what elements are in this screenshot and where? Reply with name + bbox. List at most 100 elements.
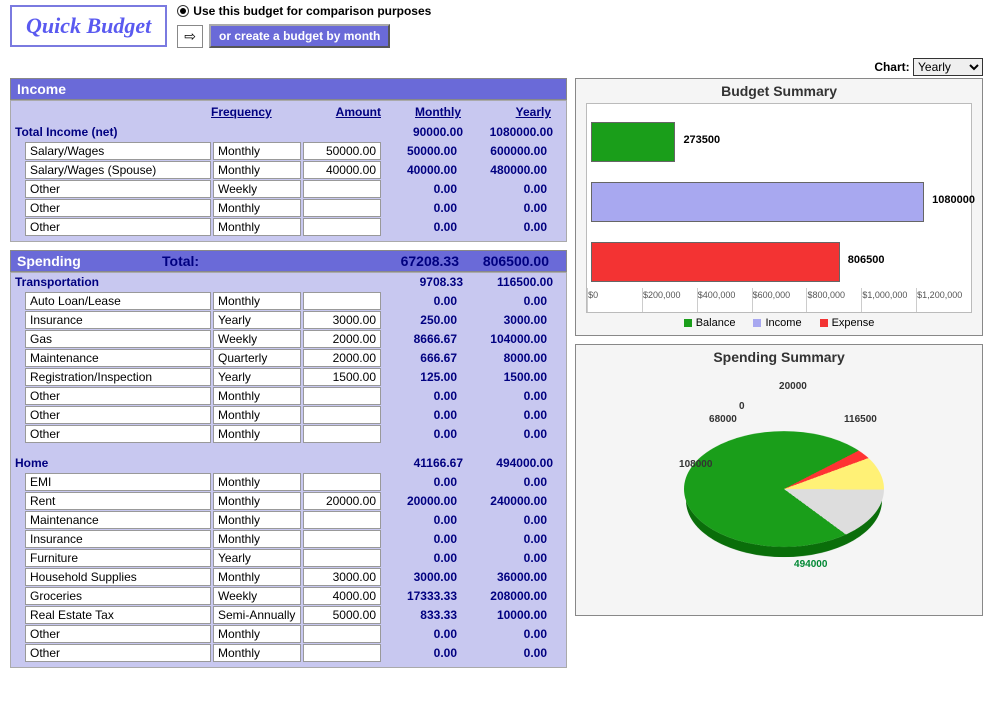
row-amount-input[interactable]: 4000.00 xyxy=(303,587,381,605)
row-name-input[interactable]: Real Estate Tax xyxy=(25,606,211,624)
row-amount-input[interactable]: 2000.00 xyxy=(303,330,381,348)
row-amount-input[interactable]: 20000.00 xyxy=(303,492,381,510)
row-amount-input[interactable] xyxy=(303,387,381,405)
row-amount-input[interactable]: 40000.00 xyxy=(303,161,381,179)
row-freq-input[interactable]: Monthly xyxy=(213,473,301,491)
spending-group-header: Transportation9708.33116500.00 xyxy=(11,273,566,291)
row-name-input[interactable]: Other xyxy=(25,180,211,198)
row-freq-input[interactable]: Monthly xyxy=(213,406,301,424)
row-freq-input[interactable]: Quarterly xyxy=(213,349,301,367)
row-amount-input[interactable] xyxy=(303,292,381,310)
row-name-input[interactable]: Maintenance xyxy=(25,349,211,367)
chart-bar-label: 273500 xyxy=(683,134,720,146)
radio-icon xyxy=(177,5,189,17)
row-freq-input[interactable]: Monthly xyxy=(213,425,301,443)
row-name-input[interactable]: Other xyxy=(25,218,211,236)
chart-bar-label: 1080000 xyxy=(932,194,975,206)
row-amount-input[interactable] xyxy=(303,511,381,529)
row-name-input[interactable]: Other xyxy=(25,199,211,217)
row-amount-input[interactable] xyxy=(303,425,381,443)
row-name-input[interactable]: EMI xyxy=(25,473,211,491)
row-freq-input[interactable]: Monthly xyxy=(213,511,301,529)
row-name-input[interactable]: Other xyxy=(25,387,211,405)
row-freq-input[interactable]: Monthly xyxy=(213,530,301,548)
arrow-right-icon: ⇨ xyxy=(177,25,203,48)
row-amount-input[interactable] xyxy=(303,180,381,198)
row-amount-input[interactable]: 1500.00 xyxy=(303,368,381,386)
income-row: Other Monthly 0.00 0.00 xyxy=(11,218,566,236)
row-name-input[interactable]: Insurance xyxy=(25,530,211,548)
row-freq-input[interactable]: Weekly xyxy=(213,587,301,605)
row-amount-input[interactable]: 5000.00 xyxy=(303,606,381,624)
spending-header: Spending Total: 67208.33 806500.00 xyxy=(10,250,567,272)
row-freq-input[interactable]: Weekly xyxy=(213,330,301,348)
row-name-input[interactable]: Rent xyxy=(25,492,211,510)
spending-group-header: Home41166.67494000.00 xyxy=(11,454,566,472)
row-freq-input[interactable]: Monthly xyxy=(213,161,301,179)
row-freq-input[interactable]: Yearly xyxy=(213,311,301,329)
budget-summary-chart: Budget Summary 2735001080000806500$0$200… xyxy=(575,78,983,336)
row-amount-input[interactable] xyxy=(303,644,381,662)
chart-bar xyxy=(591,242,840,282)
row-freq-input[interactable]: Monthly xyxy=(213,292,301,310)
chart-select-label: Chart: xyxy=(874,60,909,74)
spending-row: Other Monthly 0.00 0.00 xyxy=(11,644,566,662)
spending-summary-chart: Spending Summary 20000 0 68000 108000 11… xyxy=(575,344,983,616)
row-name-input[interactable]: Salary/Wages (Spouse) xyxy=(25,161,211,179)
row-name-input[interactable]: Groceries xyxy=(25,587,211,605)
row-freq-input[interactable]: Monthly xyxy=(213,644,301,662)
row-amount-input[interactable] xyxy=(303,218,381,236)
spending-row: Household Supplies Monthly 3000.00 3000.… xyxy=(11,568,566,586)
row-name-input[interactable]: Salary/Wages xyxy=(25,142,211,160)
spending-row: Maintenance Monthly 0.00 0.00 xyxy=(11,511,566,529)
chart-period-select[interactable]: Yearly xyxy=(913,58,983,76)
app-logo: Quick Budget xyxy=(10,5,167,47)
spending-row: Other Monthly 0.00 0.00 xyxy=(11,387,566,405)
row-amount-input[interactable]: 50000.00 xyxy=(303,142,381,160)
row-name-input[interactable]: Household Supplies xyxy=(25,568,211,586)
row-freq-input[interactable]: Monthly xyxy=(213,387,301,405)
comparison-radio-label: Use this budget for comparison purposes xyxy=(193,4,431,18)
row-freq-input[interactable]: Monthly xyxy=(213,142,301,160)
row-name-input[interactable]: Gas xyxy=(25,330,211,348)
row-amount-input[interactable]: 3000.00 xyxy=(303,568,381,586)
spending-row: EMI Monthly 0.00 0.00 xyxy=(11,473,566,491)
row-name-input[interactable]: Maintenance xyxy=(25,511,211,529)
row-name-input[interactable]: Registration/Inspection xyxy=(25,368,211,386)
row-freq-input[interactable]: Monthly xyxy=(213,218,301,236)
income-row: Other Monthly 0.00 0.00 xyxy=(11,199,566,217)
income-row: Salary/Wages (Spouse) Monthly 40000.00 4… xyxy=(11,161,566,179)
spending-row: Other Monthly 0.00 0.00 xyxy=(11,625,566,643)
spending-row: Rent Monthly 20000.00 20000.00 240000.00 xyxy=(11,492,566,510)
row-name-input[interactable]: Auto Loan/Lease xyxy=(25,292,211,310)
comparison-radio[interactable]: Use this budget for comparison purposes xyxy=(177,4,431,18)
row-name-input[interactable]: Other xyxy=(25,644,211,662)
spending-row: Auto Loan/Lease Monthly 0.00 0.00 xyxy=(11,292,566,310)
row-name-input[interactable]: Insurance xyxy=(25,311,211,329)
row-freq-input[interactable]: Monthly xyxy=(213,199,301,217)
row-freq-input[interactable]: Monthly xyxy=(213,568,301,586)
row-name-input[interactable]: Other xyxy=(25,625,211,643)
row-name-input[interactable]: Furniture xyxy=(25,549,211,567)
row-amount-input[interactable]: 3000.00 xyxy=(303,311,381,329)
row-freq-input[interactable]: Monthly xyxy=(213,492,301,510)
row-freq-input[interactable]: Monthly xyxy=(213,625,301,643)
row-amount-input[interactable] xyxy=(303,406,381,424)
row-name-input[interactable]: Other xyxy=(25,406,211,424)
legend-item: Income xyxy=(753,317,801,329)
row-freq-input[interactable]: Yearly xyxy=(213,368,301,386)
row-amount-input[interactable] xyxy=(303,549,381,567)
spending-row: Real Estate Tax Semi-Annually 5000.00 83… xyxy=(11,606,566,624)
row-amount-input[interactable]: 2000.00 xyxy=(303,349,381,367)
spending-row: Other Monthly 0.00 0.00 xyxy=(11,406,566,424)
income-total-row: Total Income (net) 90000.00 1080000.00 xyxy=(11,123,566,141)
create-budget-button[interactable]: or create a budget by month xyxy=(209,24,390,48)
row-freq-input[interactable]: Yearly xyxy=(213,549,301,567)
row-amount-input[interactable] xyxy=(303,473,381,491)
row-freq-input[interactable]: Weekly xyxy=(213,180,301,198)
row-amount-input[interactable] xyxy=(303,199,381,217)
row-name-input[interactable]: Other xyxy=(25,425,211,443)
row-amount-input[interactable] xyxy=(303,625,381,643)
row-freq-input[interactable]: Semi-Annually xyxy=(213,606,301,624)
row-amount-input[interactable] xyxy=(303,530,381,548)
